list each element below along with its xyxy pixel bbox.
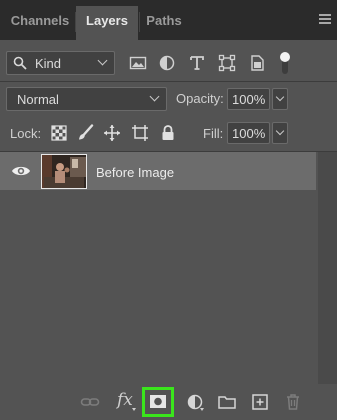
chevron-down-icon [275, 92, 285, 102]
new-layer-icon[interactable] [250, 392, 270, 412]
opacity-label: Opacity: [176, 91, 224, 106]
layer-mask-icon [150, 395, 166, 408]
lock-position-icon[interactable] [103, 124, 121, 142]
fill-label: Fill: [203, 126, 224, 141]
adjustment-filter-icon[interactable] [157, 53, 177, 73]
tab-layers[interactable]: Layers [76, 6, 138, 40]
new-group-folder-icon[interactable] [217, 392, 237, 412]
blend-mode-label: Normal [17, 92, 59, 107]
opacity-value: 100% [232, 92, 266, 107]
chevron-down-icon [275, 126, 285, 136]
photo-thumbnail-icon [42, 155, 86, 188]
eye-icon[interactable] [11, 164, 31, 178]
filter-kind-label: Kind [35, 56, 62, 71]
add-layer-mask-button[interactable] [142, 387, 174, 417]
layer-thumbnail[interactable] [41, 154, 87, 189]
chevron-down-icon [149, 91, 160, 102]
opacity-dropdown-button[interactable] [272, 88, 288, 110]
tab-paths[interactable]: Paths [140, 6, 188, 40]
lock-transparent-pixels-icon[interactable] [50, 124, 68, 142]
chevron-down-icon [97, 55, 108, 66]
blend-mode-select[interactable]: Normal [6, 87, 167, 111]
fill-dropdown-button[interactable] [272, 122, 288, 144]
link-layers-icon[interactable] [80, 392, 100, 412]
submenu-triangle-icon [132, 408, 136, 411]
lock-image-pixels-icon[interactable] [76, 124, 94, 142]
shape-filter-icon[interactable] [217, 53, 237, 73]
image-filter-icon[interactable] [128, 53, 148, 73]
opacity-input[interactable]: 100% [227, 88, 270, 110]
filter-kind-select[interactable]: Kind [6, 51, 115, 75]
fill-value: 100% [232, 126, 266, 141]
type-filter-icon[interactable] [187, 53, 207, 73]
scrollbar[interactable] [318, 152, 337, 384]
submenu-triangle-icon [200, 408, 204, 411]
search-icon [13, 56, 27, 70]
lock-label: Lock: [10, 126, 42, 141]
lock-artboard-icon[interactable] [131, 124, 149, 142]
layers-list: Before Image [0, 152, 318, 384]
smart-object-filter-icon[interactable] [247, 53, 267, 73]
tab-channels[interactable]: Channels [6, 6, 74, 40]
layer-effects-button[interactable]: fx [117, 390, 133, 410]
trash-icon[interactable] [283, 392, 303, 412]
layers-bottom-toolbar: fx [0, 384, 337, 420]
layer-name[interactable]: Before Image [96, 165, 174, 180]
filter-toggle-icon[interactable] [277, 50, 293, 76]
fill-input[interactable]: 100% [227, 122, 270, 144]
layer-row[interactable]: Before Image [0, 152, 316, 190]
panel-tab-bar: Channels Layers Paths [0, 0, 337, 40]
divider [0, 81, 337, 82]
lock-all-icon[interactable] [159, 124, 177, 142]
panel-menu-icon[interactable] [319, 14, 331, 24]
